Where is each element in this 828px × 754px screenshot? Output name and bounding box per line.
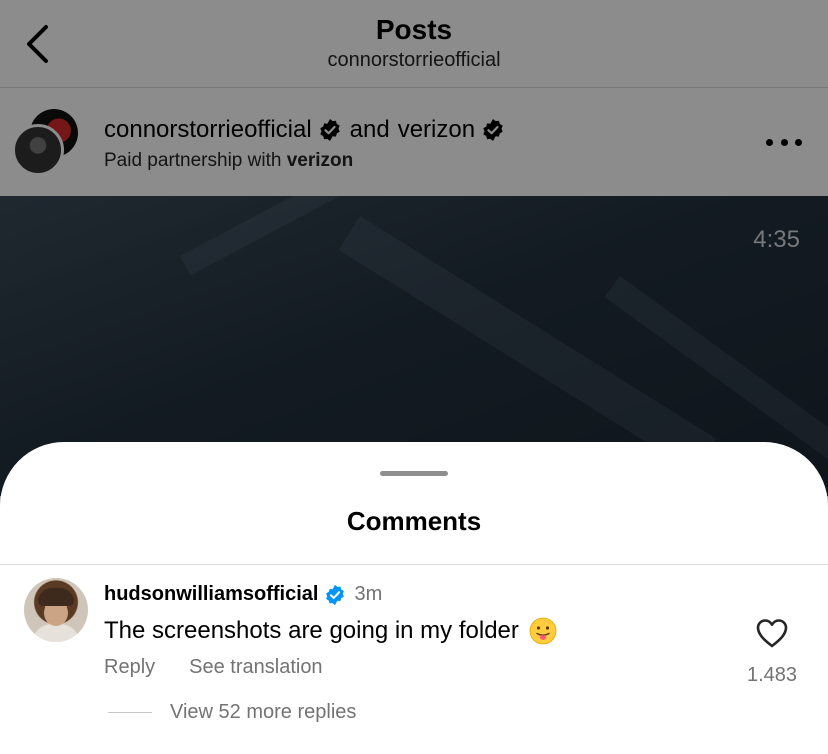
comment-actions: Reply See translation xyxy=(104,656,323,679)
replies-divider xyxy=(108,712,152,713)
commenter-username[interactable]: hudsonwilliamsofficial xyxy=(104,583,318,606)
view-more-replies-button[interactable]: View 52 more replies xyxy=(170,701,356,724)
see-translation-button[interactable]: See translation xyxy=(189,656,322,679)
verified-badge-icon xyxy=(326,584,345,605)
sheet-drag-handle[interactable] xyxy=(380,471,448,476)
avatar-detail xyxy=(38,588,74,606)
commenter-avatar[interactable] xyxy=(24,578,88,642)
comment-text: The screenshots are going in my folder xyxy=(104,617,519,644)
like-count: 1.483 xyxy=(746,664,798,686)
heart-icon[interactable] xyxy=(755,617,789,649)
comment-time: 3m xyxy=(354,583,383,605)
comment-header: hudsonwilliamsofficial 3m xyxy=(104,583,382,606)
face-with-tongue-icon xyxy=(529,617,557,645)
sheet-title: Comments xyxy=(346,506,482,536)
view-replies-row: View 52 more replies xyxy=(108,701,356,724)
reply-button[interactable]: Reply xyxy=(104,656,155,679)
comments-sheet: Comments hudsonwilliamsofficial 3m The s… xyxy=(0,442,828,754)
comment-body: The screenshots are going in my folder xyxy=(104,617,557,645)
avatar-detail xyxy=(32,624,80,642)
divider xyxy=(0,564,828,565)
